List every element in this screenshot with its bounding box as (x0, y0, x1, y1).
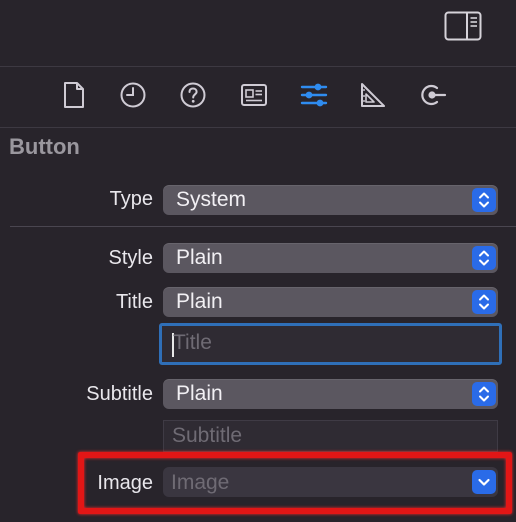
identity-icon (240, 82, 268, 113)
inspector-tab-bar (0, 67, 516, 128)
attributes-icon (299, 80, 329, 115)
file-icon (62, 81, 86, 114)
up-down-chevron-icon (472, 382, 496, 406)
top-toolbar (0, 0, 516, 67)
title-popup[interactable]: Plain (163, 287, 498, 317)
title-text-field[interactable]: Title (159, 323, 502, 365)
style-popup-value: Plain (176, 246, 223, 269)
subtitle-text-placeholder: Subtitle (172, 424, 243, 447)
identity-inspector-tab[interactable] (234, 79, 274, 115)
up-down-chevron-icon (472, 188, 496, 212)
title-popup-value: Plain (176, 290, 223, 313)
history-icon (119, 81, 147, 114)
section-divider (10, 226, 516, 227)
help-icon (179, 81, 207, 114)
title-text-placeholder: Title (173, 331, 212, 354)
subtitle-popup[interactable]: Plain (163, 379, 498, 409)
help-inspector-tab[interactable] (173, 79, 213, 115)
subtitle-text-field[interactable]: Subtitle (163, 420, 498, 452)
style-popup[interactable]: Plain (163, 243, 498, 273)
section-title: Button (9, 134, 80, 159)
connections-inspector-tab[interactable] (413, 79, 453, 115)
up-down-chevron-icon (472, 290, 496, 314)
inspector-toggle-icon[interactable] (444, 11, 482, 41)
title-label: Title (115, 291, 153, 313)
type-label: Type (109, 188, 153, 210)
highlight-annotation (78, 452, 512, 514)
subtitle-label: Subtitle (86, 383, 153, 405)
size-icon (359, 81, 387, 114)
size-inspector-tab[interactable] (353, 79, 393, 115)
attributes-inspector-tab[interactable] (294, 79, 334, 115)
up-down-chevron-icon (472, 246, 496, 270)
type-popup[interactable]: System (163, 185, 498, 215)
history-inspector-tab[interactable] (113, 79, 153, 115)
connections-icon (418, 81, 448, 114)
style-label: Style (108, 247, 153, 269)
file-inspector-tab[interactable] (54, 79, 94, 115)
subtitle-popup-value: Plain (176, 382, 223, 405)
type-popup-value: System (176, 188, 247, 211)
